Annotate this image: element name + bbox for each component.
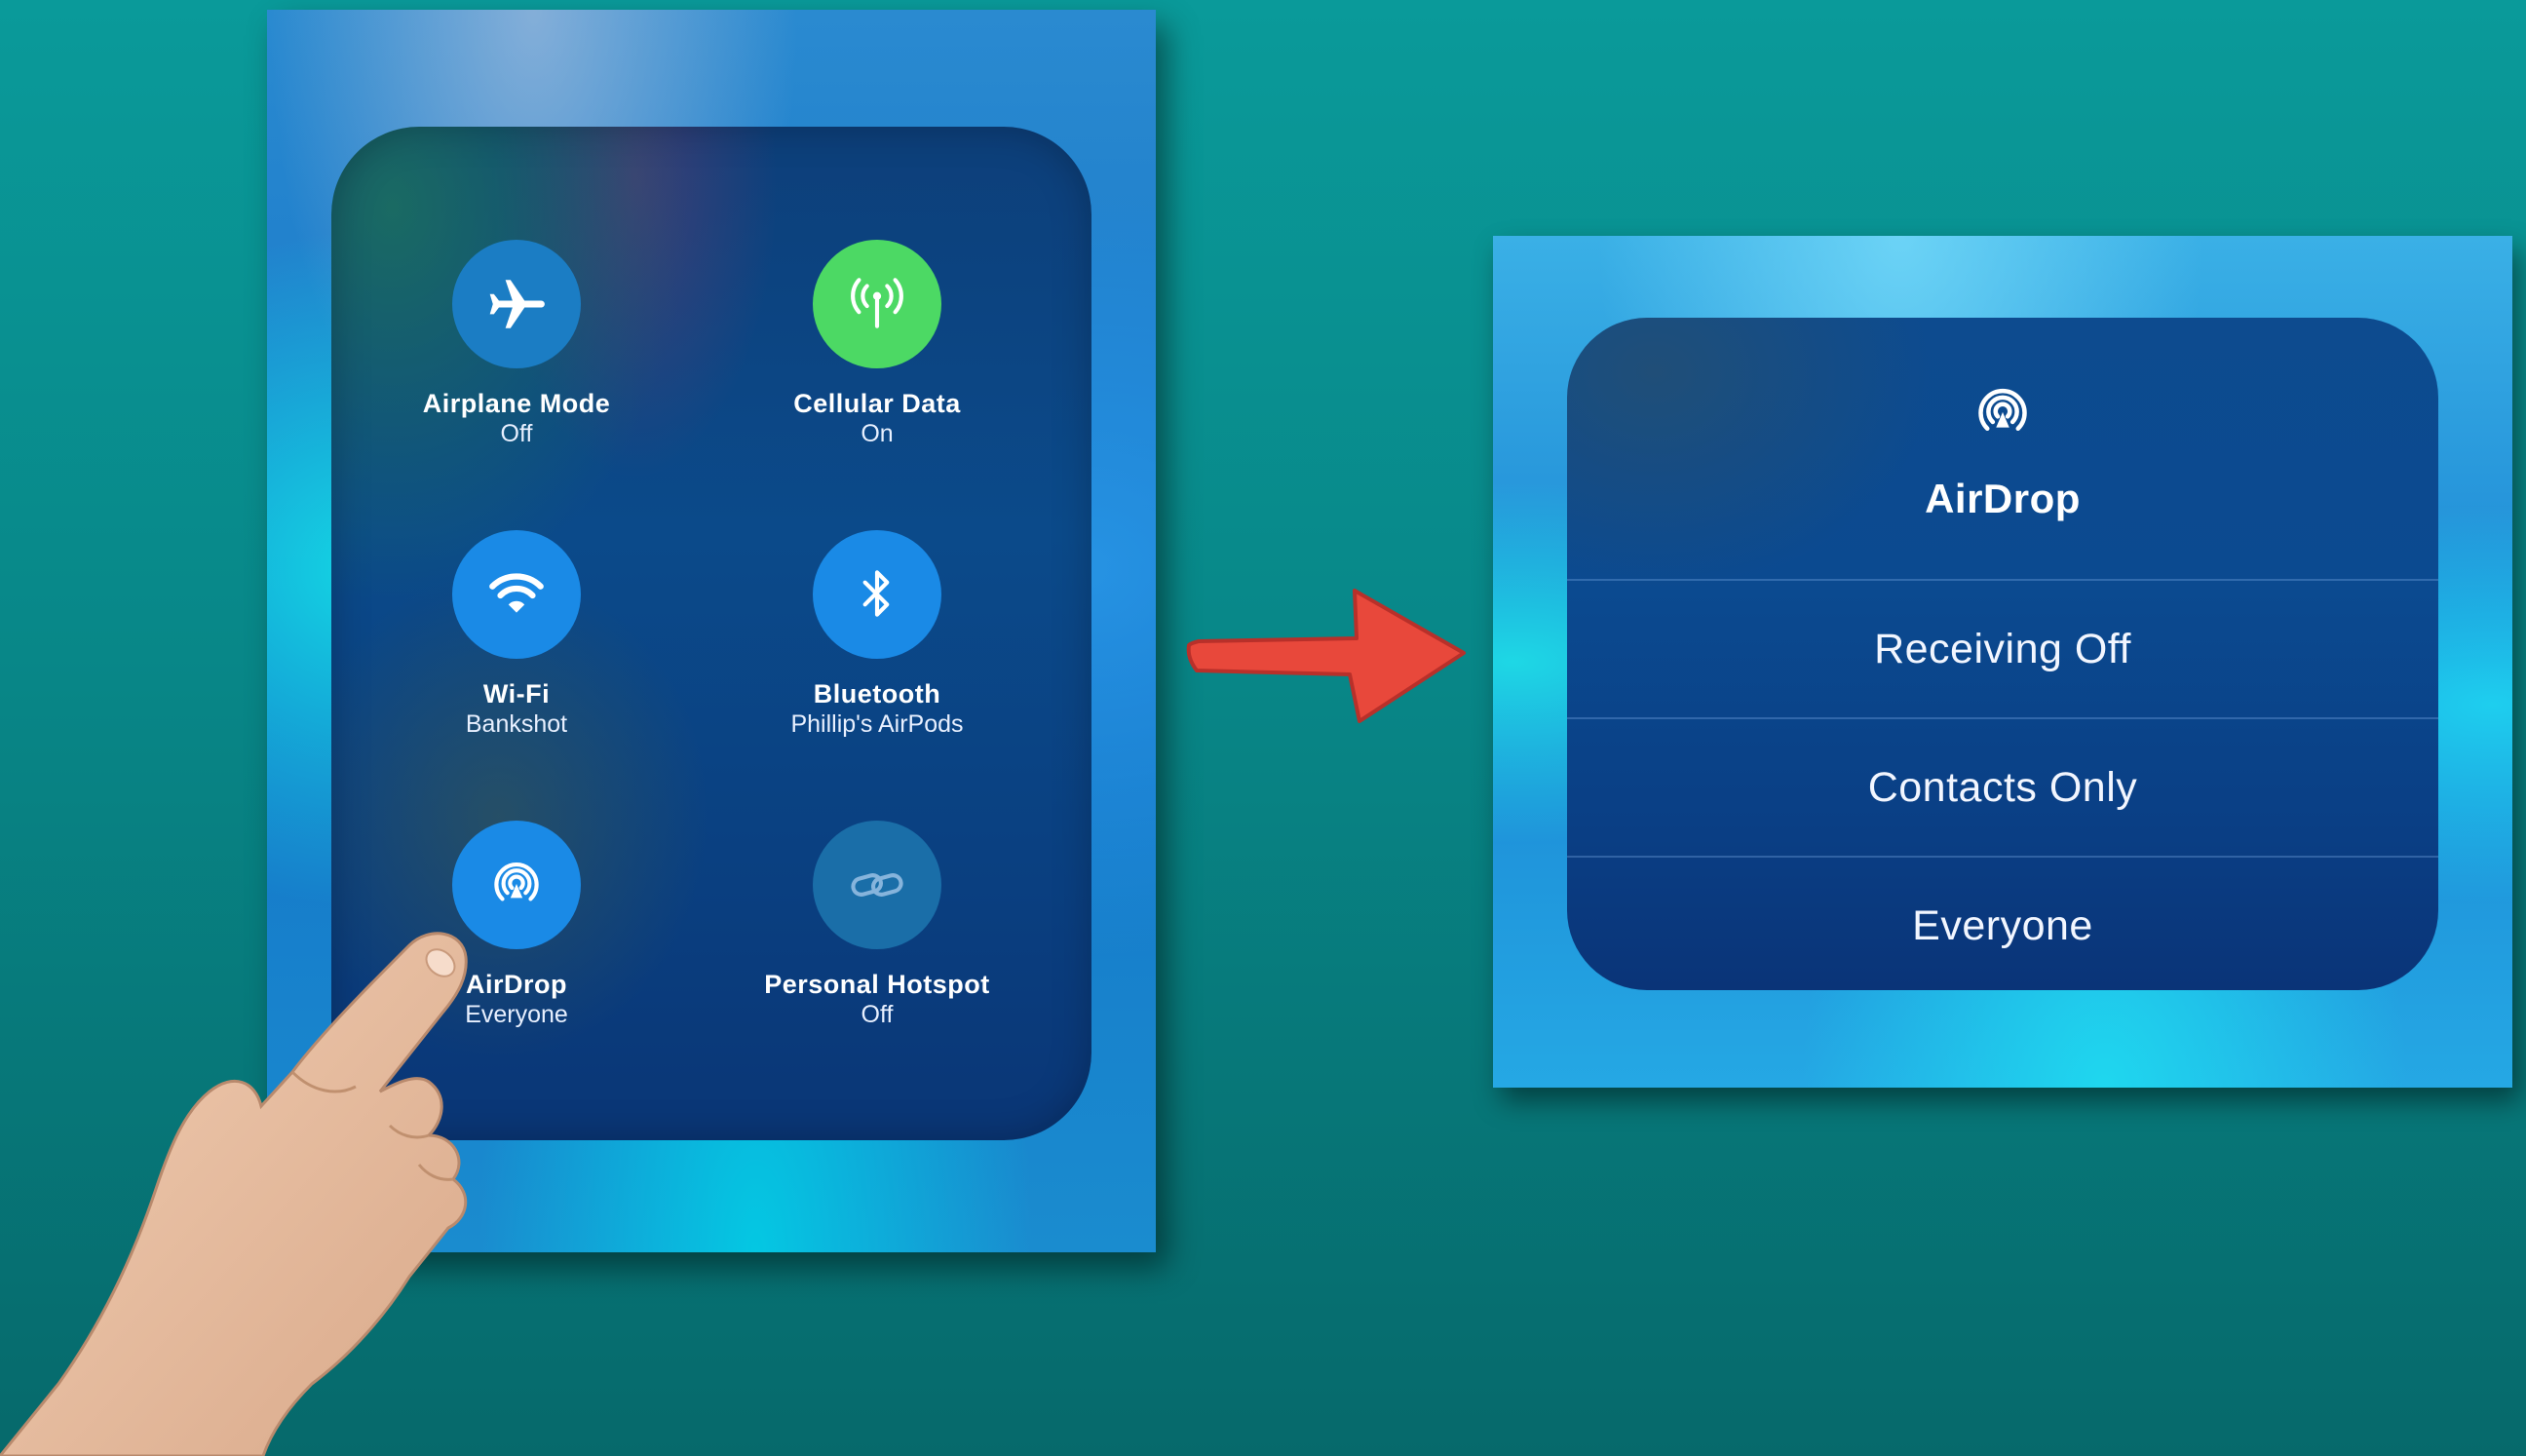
tile-status: Bankshot <box>465 710 568 738</box>
pointing-hand-illustration <box>0 932 468 1456</box>
tile-label: Bluetooth <box>813 679 941 709</box>
airplane-mode-toggle[interactable]: Airplane Mode Off <box>370 240 663 448</box>
wifi-toggle[interactable]: Wi-Fi Bankshot <box>370 530 663 739</box>
airdrop-menu-screenshot: AirDrop Receiving Off Contacts Only Ever… <box>1493 236 2512 1088</box>
cellular-antenna-icon <box>813 240 941 368</box>
option-everyone[interactable]: Everyone <box>1567 858 2438 990</box>
cellular-data-toggle[interactable]: Cellular Data On <box>731 240 1023 448</box>
airdrop-menu-header: AirDrop <box>1567 318 2438 581</box>
personal-hotspot-toggle[interactable]: Personal Hotspot Off <box>731 821 1023 1029</box>
hotspot-icon <box>813 821 941 949</box>
tile-label: Cellular Data <box>793 389 961 418</box>
airdrop-menu-title: AirDrop <box>1925 476 2081 521</box>
airdrop-menu: AirDrop Receiving Off Contacts Only Ever… <box>1567 318 2438 990</box>
airplane-icon <box>452 240 581 368</box>
airdrop-icon <box>1978 389 2027 431</box>
tile-status: On <box>861 420 894 447</box>
tile-status: Off <box>500 420 533 447</box>
tile-label: Wi-Fi <box>482 679 551 709</box>
tile-label: Personal Hotspot <box>764 970 990 999</box>
bluetooth-toggle[interactable]: Bluetooth Phillip's AirPods <box>731 530 1023 739</box>
red-arrow <box>1186 589 1466 723</box>
tile-status: Off <box>861 1001 894 1028</box>
tile-label: Airplane Mode <box>422 389 611 418</box>
bluetooth-icon <box>813 530 941 659</box>
option-receiving-off[interactable]: Receiving Off <box>1567 581 2438 719</box>
tile-status: Phillip's AirPods <box>790 710 964 738</box>
option-contacts-only[interactable]: Contacts Only <box>1567 719 2438 858</box>
wifi-icon <box>452 530 581 659</box>
